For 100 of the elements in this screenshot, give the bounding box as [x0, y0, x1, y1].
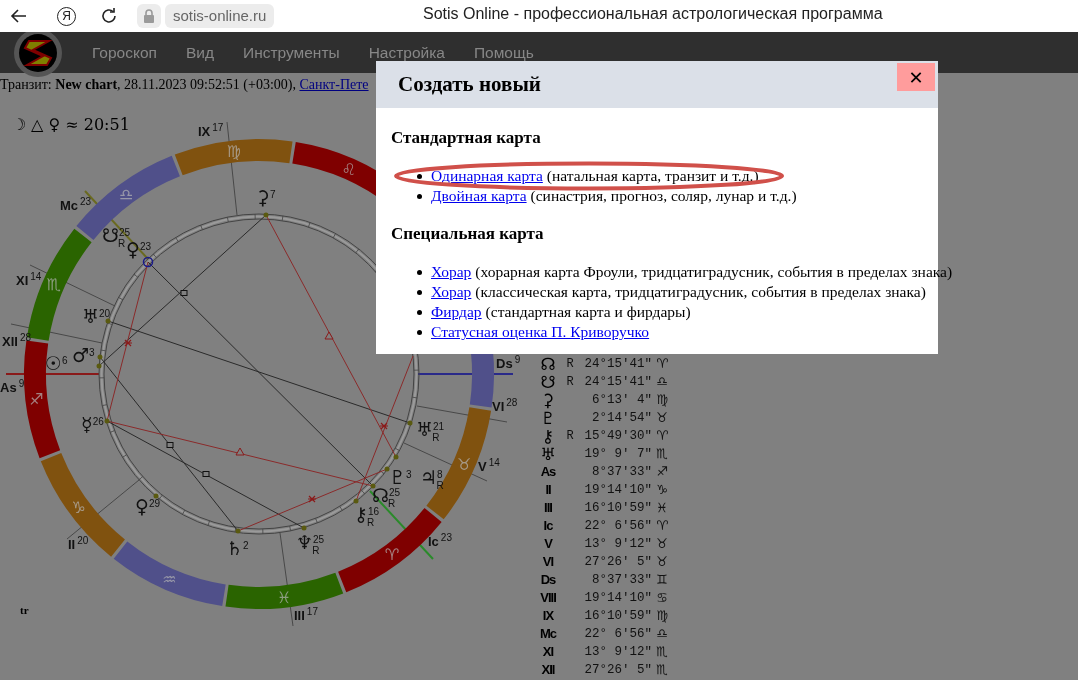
position-value: 19°14′10″ [583, 482, 652, 499]
zodiac-sign: ♍ [226, 142, 242, 162]
chart-type-link[interactable]: Фирдар [431, 302, 482, 322]
close-button[interactable]: ✕ [897, 63, 935, 91]
zodiac-sign: ♑ [71, 497, 86, 517]
position-sign: ♎ [655, 625, 669, 643]
position-symbol: IX [541, 607, 555, 625]
position-sign: ♍ [655, 391, 669, 409]
menu-item[interactable]: Вид [185, 43, 214, 62]
zodiac-sign: ♏ [46, 275, 61, 295]
position-symbol: ☋ [539, 373, 557, 391]
planet-label: ♂$^{3}$ [72, 344, 95, 366]
menu-item[interactable]: Инструменты [243, 43, 340, 62]
cusp-label: XI$^{14}$ [16, 271, 42, 288]
retrograde-label: R [566, 429, 574, 443]
zodiac-sign: ♉ [457, 454, 472, 474]
cusp-label: XII$^{28}$ [2, 332, 32, 349]
zodiac-sign: ♓ [276, 587, 292, 607]
planet-label: ♀$^{23}$ [126, 238, 152, 260]
position-symbol: ⚷ [540, 427, 556, 445]
position-sign: ♏ [655, 661, 669, 679]
menu-item[interactable]: Гороскоп [92, 43, 157, 62]
position-sign: ♋ [655, 589, 669, 607]
position-value: 8°37′33″ [591, 464, 652, 481]
chart-type-note: (синастрия, прогноз, соляр, лунар и т.д.) [530, 186, 797, 206]
planet-label: ♇$^{3}$ [389, 466, 412, 488]
cusp-label: Ic$^{23}$ [428, 532, 452, 549]
position-symbol: II [544, 481, 552, 499]
cusp-label: Ds$^{9}$ [496, 354, 521, 371]
position-symbol: VI [541, 553, 555, 571]
chart-type-note: (классическая карта, тридцатиградусник, события в пределах знака) [475, 282, 926, 302]
position-sign: ♊ [655, 571, 669, 589]
position-value: 19° 9′ 7″ [583, 446, 652, 463]
cusp-label: As$^{9}$ [0, 378, 25, 395]
position-sign: ♑ [655, 481, 669, 499]
position-sign: ♈ [655, 517, 669, 535]
position-sign: ♍ [655, 607, 669, 625]
retrograde-label: R [566, 375, 574, 389]
position-value: 27°26′ 5″ [583, 662, 652, 679]
chart-type-link[interactable]: Одинарная карта [431, 166, 543, 186]
lock-icon[interactable] [137, 4, 161, 28]
position-value: 24°15′41″ [583, 356, 652, 373]
position-value: 24°15′41″ [583, 374, 652, 391]
position-value: 15°49′30″ [583, 428, 652, 445]
position-symbol: Mc [538, 625, 558, 643]
chart-footer: tr [20, 604, 29, 616]
position-sign: ♉ [655, 409, 669, 427]
position-symbol: V [543, 535, 554, 553]
position-symbol: ⚳ [540, 391, 556, 409]
planet-label: ⚳$^{7}$ [256, 186, 276, 208]
cusp-label: IX$^{17}$ [198, 122, 224, 139]
position-symbol: VIII [539, 589, 557, 607]
position-symbol: XI [541, 643, 555, 661]
address-field[interactable]: sotis-online.ru [165, 4, 275, 28]
zodiac-sign: ♒ [162, 570, 177, 590]
retrograde-label: R [566, 357, 574, 371]
planet-label: ♅$^{20}$ [82, 305, 111, 327]
position-value: 16°10′59″ [583, 500, 652, 517]
chart-type-link[interactable]: Хорар [431, 282, 472, 302]
position-symbol: III [543, 499, 553, 517]
position-sign: ♈ [655, 427, 669, 445]
position-value: 19°14′10″ [583, 590, 652, 607]
position-value: 27°26′ 5″ [583, 554, 652, 571]
position-sign: ♓ [655, 499, 669, 517]
planet-label: ♄$^{2}$ [226, 537, 249, 559]
planet-label: ☉$^{6}$ [45, 352, 68, 374]
zodiac-sign: ♌ [341, 159, 356, 179]
bullet-icon [417, 174, 422, 179]
position-value: 16°10′59″ [583, 608, 652, 625]
planet-label: ♀$^{29}$ [135, 495, 161, 517]
cusp-label: V$^{14}$ [478, 457, 500, 474]
position-sign: ♏ [655, 643, 669, 661]
position-sign: ♈ [655, 355, 669, 373]
chart-type-link[interactable]: Хорар [431, 262, 472, 282]
zodiac-sign: ♈ [384, 545, 400, 565]
chart-type-note: (стандартная карта и фирдары) [485, 302, 691, 322]
reload-icon[interactable] [99, 6, 119, 26]
chart-type-note: (хорарная карта Фроули, тридцатиградусник, события в пределах знака) [475, 262, 953, 282]
position-value: 13° 9′12″ [583, 536, 652, 553]
place-link[interactable]: Санкт-Пете [299, 77, 369, 92]
bullet-icon [417, 270, 422, 275]
position-symbol: ♅ [539, 445, 557, 463]
zodiac-sign: ♐ [29, 389, 44, 409]
chart-type-link[interactable]: Статусная оценка П. Криворучко [431, 322, 650, 342]
bullet-icon [417, 194, 422, 199]
menu-item[interactable]: Помощь [473, 43, 534, 62]
dialog-title: Создать новый [398, 72, 541, 97]
planet-label: ☿$^{26}$ [81, 413, 104, 435]
cusp-label: Mc$^{23}$ [60, 196, 92, 213]
chart-type-link[interactable]: Двойная карта [431, 186, 527, 206]
cusp-label: III$^{17}$ [294, 606, 318, 623]
page-title: Sotis Online - профессиональная астрологическая программа [423, 5, 883, 23]
position-symbol: ☊ [539, 355, 557, 373]
position-symbol: As [539, 463, 557, 481]
cusp-label: VI$^{28}$ [492, 397, 518, 414]
position-symbol: Ds [539, 571, 557, 589]
position-sign: ♐ [655, 463, 669, 481]
position-value: 8°37′33″ [591, 572, 652, 589]
bullet-icon [417, 330, 422, 335]
menu-item[interactable]: Настройка [368, 43, 445, 62]
